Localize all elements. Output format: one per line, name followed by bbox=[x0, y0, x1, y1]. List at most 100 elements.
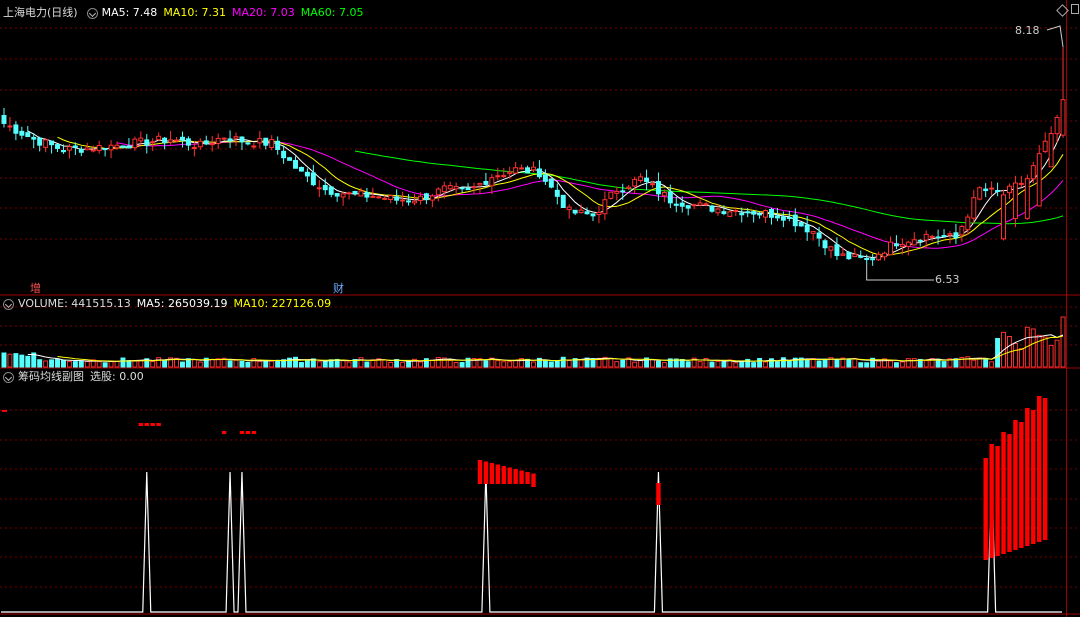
candle-down bbox=[102, 148, 108, 151]
candle-up bbox=[489, 177, 495, 187]
candle-down bbox=[757, 213, 763, 216]
volume-bar-down bbox=[483, 360, 489, 368]
candle-down bbox=[542, 174, 548, 182]
volume-bar-down bbox=[548, 361, 554, 368]
volume-bar-up bbox=[316, 361, 322, 368]
volume-bar-down bbox=[709, 361, 715, 368]
candle-up bbox=[733, 209, 739, 212]
candle-up bbox=[763, 210, 769, 218]
volume-bar-up bbox=[513, 359, 519, 368]
volume-bar-up bbox=[733, 362, 739, 368]
candle-down bbox=[352, 190, 358, 194]
volume-bar-up bbox=[763, 361, 769, 368]
candle-up bbox=[977, 187, 983, 200]
volume-bar-up bbox=[114, 360, 120, 368]
volume-bar-down bbox=[322, 361, 328, 368]
volume-bar-up bbox=[1048, 344, 1054, 368]
volume-bar-up bbox=[905, 358, 911, 368]
volume-bar-down bbox=[786, 360, 792, 368]
candle-up bbox=[7, 125, 13, 128]
candle-up bbox=[828, 246, 834, 251]
volume-bar-up bbox=[191, 359, 197, 368]
candle-up bbox=[614, 190, 620, 194]
volume-bar-up bbox=[453, 361, 459, 368]
dropdown-icon[interactable] bbox=[3, 298, 14, 310]
candle-down bbox=[459, 187, 465, 190]
candle-up bbox=[477, 182, 483, 186]
candle-up bbox=[810, 231, 816, 234]
volume-bar-up bbox=[1030, 328, 1036, 368]
signal-bar bbox=[1007, 434, 1012, 552]
candle-down bbox=[685, 205, 691, 209]
candle-up bbox=[626, 186, 632, 189]
high-marker-label: 8.18 bbox=[1015, 24, 1040, 37]
candle-down bbox=[263, 137, 269, 146]
candle-down bbox=[667, 191, 673, 204]
candle-down bbox=[162, 137, 168, 144]
volume-bar-up bbox=[66, 360, 72, 368]
volume-bar-down bbox=[751, 362, 757, 368]
volume-bar-down bbox=[55, 358, 60, 368]
candle-up bbox=[471, 186, 477, 189]
candle-up bbox=[441, 185, 447, 193]
volume-legend: VOLUME: 441515.13 bbox=[18, 297, 131, 310]
signal-bar bbox=[995, 446, 1000, 556]
candle-down bbox=[620, 190, 626, 193]
volume-bar-up bbox=[614, 361, 620, 368]
volume-bar-up bbox=[429, 359, 435, 368]
candle-up bbox=[578, 209, 584, 214]
volume-bar-down bbox=[13, 353, 19, 368]
candle-up bbox=[447, 185, 453, 190]
candle-up bbox=[495, 175, 501, 178]
candle-up bbox=[608, 191, 614, 199]
candle-down bbox=[846, 251, 852, 260]
volume-bar-down bbox=[239, 360, 245, 368]
volume-bar-up bbox=[1042, 336, 1048, 368]
volume-bar-down bbox=[364, 361, 370, 368]
volume-bar-down bbox=[995, 338, 1001, 368]
dropdown-icon[interactable] bbox=[3, 371, 14, 383]
volume-bar-down bbox=[19, 354, 25, 368]
signal-bar bbox=[531, 473, 536, 487]
candle-up bbox=[251, 145, 257, 148]
volume-bar-down bbox=[655, 360, 661, 368]
volume-bar-up bbox=[233, 359, 239, 368]
candle-down bbox=[328, 186, 334, 195]
candle-up bbox=[257, 138, 263, 144]
candle-up bbox=[66, 146, 72, 151]
volume-bar-up bbox=[1036, 334, 1042, 368]
candle-down bbox=[120, 145, 126, 148]
candle-down bbox=[917, 239, 923, 242]
dropdown-icon[interactable] bbox=[86, 7, 98, 19]
candle-up bbox=[929, 235, 935, 238]
candle-up bbox=[1018, 182, 1024, 185]
main-panel-header: 上海电力(日线) MA5: 7.48 MA10: 7.31 MA20: 7.03… bbox=[0, 5, 369, 21]
window-toggle-icon[interactable] bbox=[1071, 4, 1079, 14]
candle-down bbox=[721, 211, 727, 215]
candle-down bbox=[816, 232, 822, 239]
candle-down bbox=[322, 185, 328, 191]
candle-down bbox=[60, 150, 66, 153]
volume-bar-down bbox=[406, 361, 412, 368]
ma20-legend: MA20: 7.03 bbox=[232, 6, 295, 19]
candle-down bbox=[935, 236, 941, 239]
candle-down bbox=[239, 136, 245, 143]
candle-up bbox=[1024, 178, 1030, 219]
candle-up bbox=[233, 136, 239, 139]
signal-bar bbox=[983, 458, 988, 560]
volume-bar-down bbox=[941, 361, 947, 368]
signal-bar bbox=[1019, 422, 1024, 548]
volume-bar-up bbox=[923, 360, 929, 368]
volume-bar-up bbox=[507, 361, 513, 368]
ma5-line bbox=[27, 128, 1064, 259]
volume-bar-up bbox=[899, 361, 905, 368]
volume-bar-down bbox=[822, 358, 828, 368]
volume-bar-down bbox=[293, 356, 298, 368]
candle-down bbox=[673, 203, 679, 206]
volume-bar-up bbox=[501, 361, 507, 368]
candle-down bbox=[995, 190, 1001, 193]
volume-bar-down bbox=[757, 358, 763, 368]
volume-bar-down bbox=[60, 359, 66, 368]
volume-bar-up bbox=[989, 361, 995, 368]
candle-down bbox=[822, 240, 828, 249]
